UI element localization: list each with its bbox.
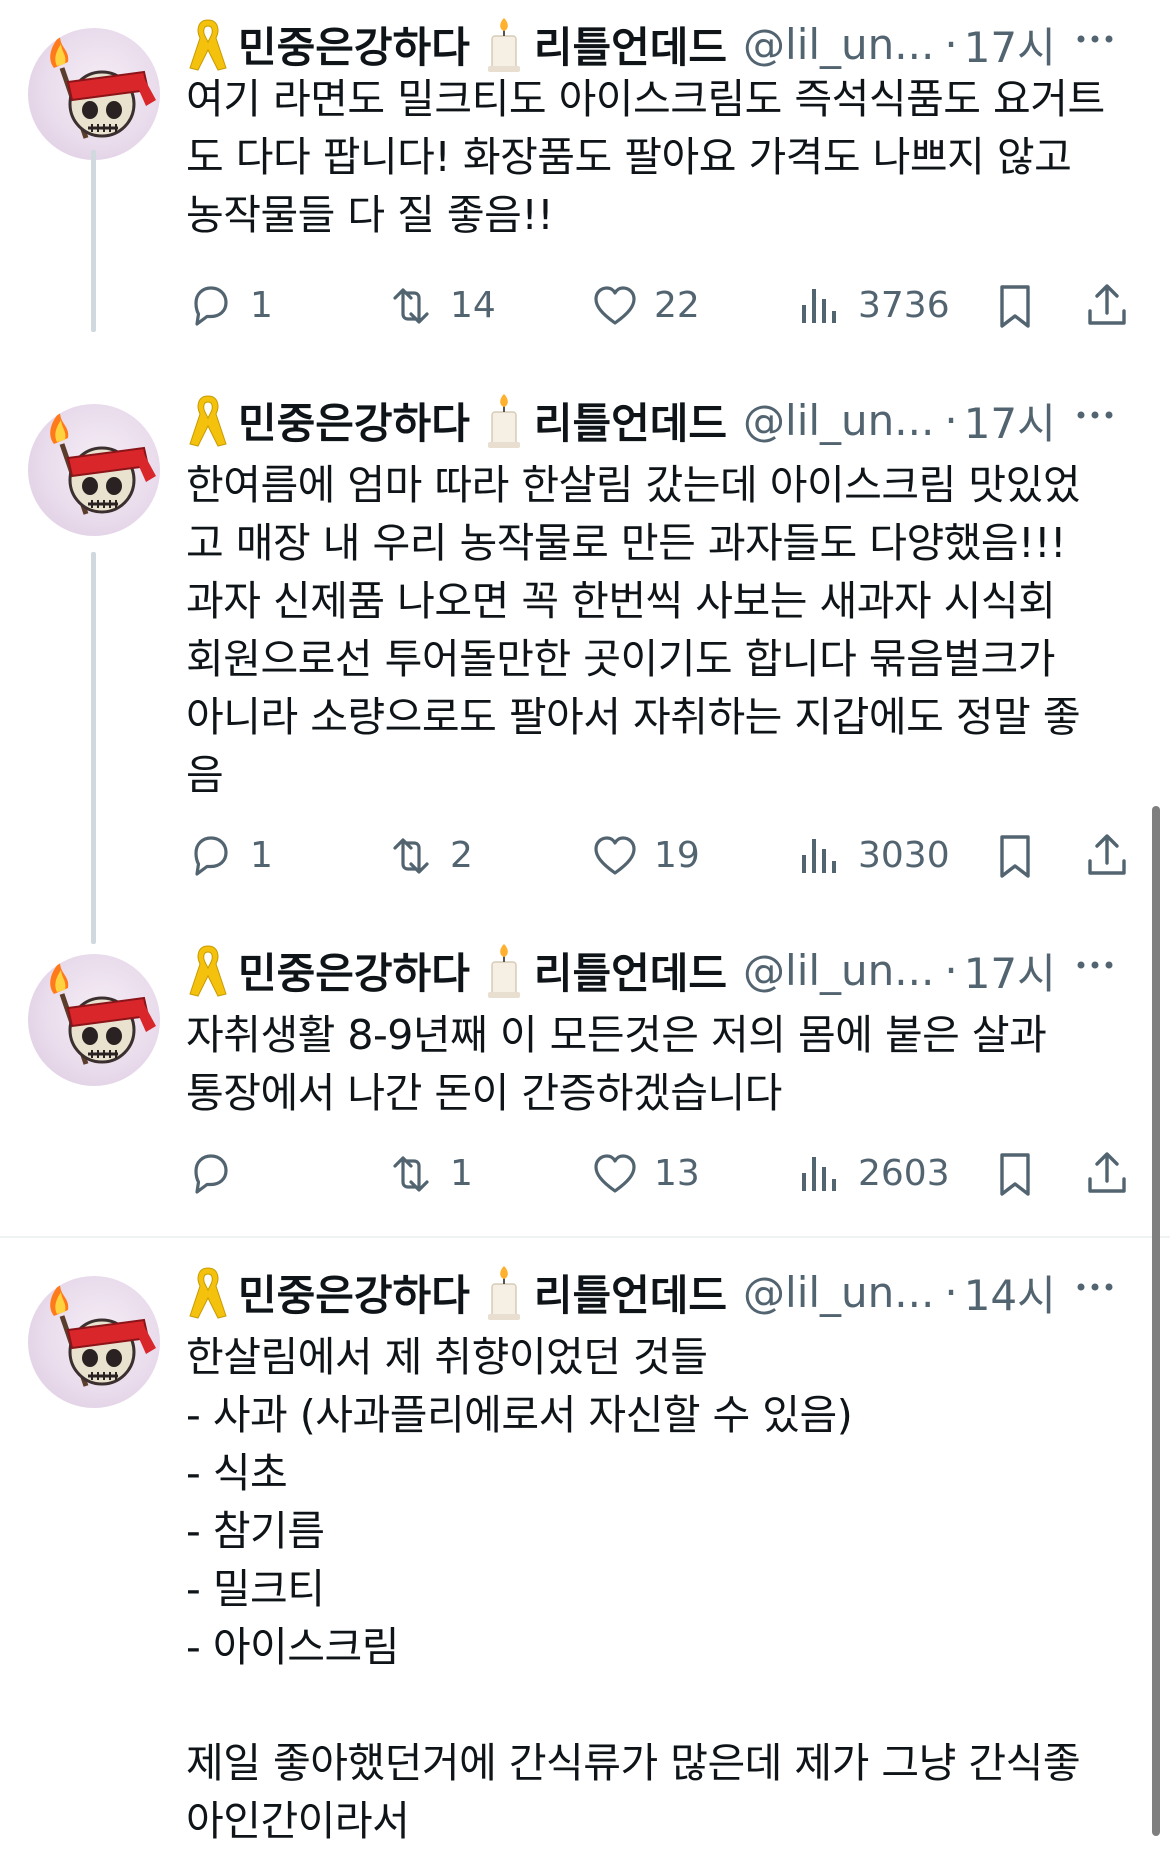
share-button[interactable] <box>1082 826 1146 886</box>
yellow-ribbon-icon <box>186 942 230 998</box>
reply-icon <box>194 836 228 876</box>
views-button[interactable]: 2603 <box>794 1144 950 1204</box>
tweet-text: 자취생활 8-9년째 이 모든것은 저의 몸에 붙은 살과 통장에서 나간 돈이… <box>186 1011 1047 1117</box>
views-count: 3030 <box>858 835 950 876</box>
views-count: 2603 <box>858 1153 950 1194</box>
repost-count: 1 <box>450 1153 473 1194</box>
repost-button[interactable]: 2 <box>386 826 473 886</box>
thread-line <box>91 552 96 944</box>
reply-icon <box>194 1154 228 1194</box>
avatar[interactable] <box>28 1276 160 1408</box>
share-icon <box>1088 1152 1126 1193</box>
reply-button[interactable] <box>186 1144 250 1204</box>
repost-icon <box>393 838 429 874</box>
display-name[interactable]: 민중은강하다 <box>238 14 470 75</box>
repost-button[interactable]: 14 <box>386 276 496 336</box>
more-horizontal-icon[interactable] <box>1070 940 1120 1000</box>
bookmark-button[interactable] <box>990 826 1054 886</box>
bookmark-button[interactable] <box>990 276 1054 336</box>
tweet-header: 민중은강하다 리틀언데드 @lil_un... · 17시 <box>186 14 1130 74</box>
yellow-ribbon-icon <box>186 1264 230 1320</box>
yellow-ribbon-icon <box>186 16 230 72</box>
reply-icon <box>194 286 228 326</box>
tweet-divider <box>0 1236 1170 1238</box>
bookmark-icon <box>1000 1153 1030 1196</box>
bookmark-button[interactable] <box>990 1144 1054 1204</box>
user-handle[interactable]: @lil_un... <box>743 20 934 69</box>
action-bar: 1 2 19 3030 <box>186 826 1146 886</box>
more-horizontal-icon[interactable] <box>1070 14 1120 74</box>
tweet-text: 한여름에 엄마 따라 한살림 갔는데 아이스크림 맛있었 고 매장 내 우리 농… <box>186 461 1081 799</box>
display-name-suffix[interactable]: 리틀언데드 <box>534 390 727 451</box>
reply-button[interactable]: 1 <box>186 826 273 886</box>
separator-dot: · <box>944 395 958 445</box>
like-button[interactable]: 19 <box>590 826 700 886</box>
timestamp[interactable]: 17시 <box>964 390 1056 451</box>
heart-icon <box>594 286 636 325</box>
separator-dot: · <box>944 1267 958 1317</box>
avatar[interactable] <box>28 28 160 160</box>
tweet-header: 민중은강하다 리틀언데드 @lil_un... · 17시 <box>186 390 1130 450</box>
candle-icon <box>482 392 526 449</box>
more-horizontal-icon[interactable] <box>1070 390 1120 450</box>
separator-dot: · <box>944 19 958 69</box>
tweet-header: 민중은강하다 리틀언데드 @lil_un... · 14시 <box>186 1262 1130 1322</box>
avatar[interactable] <box>28 954 160 1086</box>
repost-icon <box>393 288 429 324</box>
repost-count: 14 <box>450 285 496 326</box>
repost-count: 2 <box>450 835 473 876</box>
views-button[interactable]: 3736 <box>794 276 950 336</box>
thread-line <box>91 150 96 332</box>
candle-icon <box>482 1264 526 1321</box>
like-button[interactable]: 13 <box>590 1144 700 1204</box>
reply-count: 1 <box>250 285 273 326</box>
share-icon <box>1088 834 1126 875</box>
bookmark-icon <box>1000 285 1030 328</box>
display-name-suffix[interactable]: 리틀언데드 <box>534 940 727 1001</box>
user-handle[interactable]: @lil_un... <box>743 396 934 445</box>
candle-icon <box>482 16 526 73</box>
repost-icon <box>393 1156 429 1192</box>
views-icon <box>802 289 836 323</box>
bookmark-icon <box>1000 835 1030 878</box>
reply-button[interactable]: 1 <box>186 276 273 336</box>
action-bar: 1 14 22 3736 <box>186 276 1146 336</box>
heart-icon <box>594 836 636 875</box>
share-button[interactable] <box>1082 276 1146 336</box>
tweet-text: 여기 라면도 밀크티도 아이스크림도 즉석식품도 요거트 도 다다 팝니다! 화… <box>186 75 1105 239</box>
share-button[interactable] <box>1082 1144 1146 1204</box>
display-name-suffix[interactable]: 리틀언데드 <box>534 1262 727 1323</box>
tweet-header: 민중은강하다 리틀언데드 @lil_un... · 17시 <box>186 940 1130 1000</box>
views-icon <box>802 1157 836 1191</box>
reply-count: 1 <box>250 835 273 876</box>
display-name[interactable]: 민중은강하다 <box>238 1262 470 1323</box>
scrollbar[interactable] <box>1152 806 1160 1836</box>
display-name[interactable]: 민중은강하다 <box>238 390 470 451</box>
like-count: 13 <box>654 1153 700 1194</box>
views-count: 3736 <box>858 285 950 326</box>
timestamp[interactable]: 14시 <box>964 1262 1056 1323</box>
yellow-ribbon-icon <box>186 392 230 448</box>
like-count: 19 <box>654 835 700 876</box>
timestamp[interactable]: 17시 <box>964 940 1056 1001</box>
display-name-suffix[interactable]: 리틀언데드 <box>534 14 727 75</box>
share-icon <box>1088 284 1126 325</box>
candle-icon <box>482 942 526 999</box>
user-handle[interactable]: @lil_un... <box>743 1268 934 1317</box>
user-handle[interactable]: @lil_un... <box>743 946 934 995</box>
views-button[interactable]: 3030 <box>794 826 950 886</box>
tweet-text: 한살림에서 제 취향이었던 것들 - 사과 (사과플리에로서 자신할 수 있음)… <box>186 1333 1081 1845</box>
avatar[interactable] <box>28 404 160 536</box>
views-icon <box>802 839 836 873</box>
like-button[interactable]: 22 <box>590 276 700 336</box>
action-bar: 1 13 2603 <box>186 1144 1146 1204</box>
heart-icon <box>594 1154 636 1193</box>
separator-dot: · <box>944 945 958 995</box>
repost-button[interactable]: 1 <box>386 1144 473 1204</box>
display-name[interactable]: 민중은강하다 <box>238 940 470 1001</box>
like-count: 22 <box>654 285 700 326</box>
timestamp[interactable]: 17시 <box>964 14 1056 75</box>
more-horizontal-icon[interactable] <box>1070 1262 1120 1322</box>
